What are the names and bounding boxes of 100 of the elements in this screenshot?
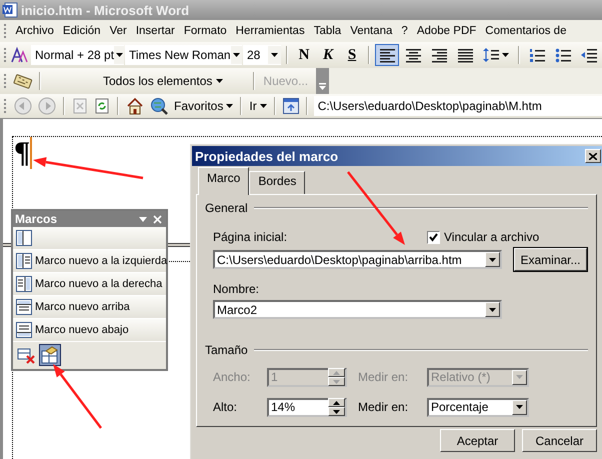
up-arrow-icon (333, 400, 340, 404)
field-label: Página inicial: (213, 230, 288, 244)
go-dropdown[interactable]: Ir (246, 95, 270, 117)
frame-toc-icon (16, 230, 32, 246)
frame-top-icon (16, 299, 32, 315)
down-arrow-icon (333, 410, 340, 414)
menu-item[interactable]: Edición (58, 25, 106, 37)
field-label: Alto: (213, 400, 238, 414)
caret-icon (502, 53, 509, 57)
caret-icon (516, 375, 523, 379)
frame-properties-button[interactable] (39, 344, 61, 366)
forward-icon (38, 97, 56, 115)
favorites-dropdown[interactable]: Favoritos (171, 95, 236, 117)
caret-icon (260, 104, 267, 108)
stop-icon (72, 98, 88, 114)
delete-frame-icon (17, 346, 35, 364)
field-label: Medir en: (358, 370, 410, 384)
spin-field[interactable]: 14% (267, 398, 347, 416)
menu-item[interactable]: Tabla (309, 25, 346, 37)
caret-icon (489, 258, 496, 262)
align-right-icon (431, 47, 447, 63)
close-icon (589, 152, 597, 160)
down-arrow-icon (333, 380, 340, 384)
menu-item[interactable]: Adobe PDF (412, 25, 481, 37)
menu-item[interactable]: ? (396, 25, 412, 37)
frame-properties-icon (41, 346, 59, 364)
home-icon (126, 97, 144, 115)
field-label: Ancho: (213, 370, 252, 384)
menu-item[interactable]: Archivo (11, 25, 58, 37)
toolbar-item[interactable] (13, 227, 166, 250)
caret-icon (271, 53, 278, 57)
justify-icon (457, 47, 473, 63)
toolbar-item[interactable]: Marco nuevo arriba (13, 296, 166, 319)
align-center-icon (405, 47, 421, 63)
toolbar-item[interactable]: Marco nuevo a la derecha (13, 273, 166, 296)
caret-icon (116, 53, 123, 57)
refresh-icon (94, 98, 110, 114)
dialog-button[interactable]: Aceptar (440, 429, 515, 452)
frame-bottom-icon (16, 322, 32, 338)
bold-button[interactable]: N (293, 44, 315, 66)
elements-dropdown[interactable]: Todos los elementos (99, 74, 228, 88)
dropdown-icon (139, 216, 147, 222)
caret-icon (232, 53, 240, 57)
menu-item[interactable]: Formato (179, 25, 232, 37)
field-label: Medir en: (358, 400, 410, 414)
align-left-button[interactable] (375, 44, 399, 66)
menu-item[interactable]: Ventana (346, 25, 397, 37)
tab[interactable]: Bordes (249, 171, 306, 194)
italic-button[interactable]: K (317, 44, 339, 66)
grip-handle-icon (3, 72, 7, 90)
menu-item[interactable]: Herramientas (231, 25, 310, 37)
checkbox[interactable] (427, 230, 440, 244)
toolbar-options-button[interactable] (316, 68, 330, 94)
bullets-icon (555, 47, 571, 63)
font-size-dropdown[interactable]: 28 (243, 45, 281, 65)
line-spacing-icon (483, 47, 499, 63)
window-title: inicio.htm - Microsoft Word (21, 2, 190, 18)
document-icon (2, 2, 18, 18)
tab[interactable]: Marco (198, 167, 250, 195)
checkbox-label: Vincular a archivo (444, 230, 540, 244)
checkmark-icon (429, 232, 438, 242)
grip-handle-icon (3, 46, 7, 64)
font-dropdown[interactable]: Times New Roman (125, 45, 242, 65)
annotation-arrow (53, 364, 102, 429)
caret-icon (489, 308, 496, 312)
toolbar-item[interactable]: Marco nuevo abajo (13, 319, 166, 342)
caret-icon (226, 104, 234, 108)
toolbar-title: Marcos (15, 212, 58, 226)
grip-handle-icon (3, 22, 7, 40)
caret-icon (216, 79, 224, 83)
chevron-icon (319, 83, 326, 90)
numbering-icon (529, 47, 545, 63)
menu-item[interactable]: Ver (105, 25, 132, 37)
dialog-button[interactable]: Cancelar (522, 429, 597, 452)
group-heading: General (205, 201, 248, 215)
style-dropdown[interactable]: Normal + 28 pt (31, 45, 124, 65)
browse-button[interactable]: Examinar... (514, 248, 587, 271)
name-combobox[interactable]: Marco2 (213, 300, 502, 319)
address-field[interactable]: C:\Users\eduardo\Desktop\paginab\M.htm (314, 96, 602, 116)
align-left-icon (379, 47, 395, 63)
group-heading: Tamaño (205, 343, 248, 357)
back-icon (14, 97, 32, 115)
field-label: Nombre: (213, 282, 260, 296)
close-icon (153, 214, 162, 224)
toolbar-item[interactable]: Marco nuevo a la izquierda (13, 250, 166, 273)
dialog-title: Propiedades del marco (195, 148, 338, 164)
style-icon (11, 46, 29, 64)
menu-item[interactable]: Comentarios de (480, 25, 571, 37)
initial-page-combobox[interactable]: C:\Users\eduardo\Desktop\paginab\arriba.htm (213, 250, 502, 269)
caret-icon (516, 405, 523, 409)
outdent-icon (581, 47, 597, 63)
menu-item[interactable]: Insertar (131, 25, 180, 37)
close-button[interactable] (585, 149, 601, 163)
search-icon (150, 97, 168, 115)
up-arrow-icon (333, 370, 340, 374)
frame-left-icon (16, 253, 32, 269)
unit-combobox[interactable]: Porcentaje (427, 398, 529, 416)
grip-handle-icon (3, 97, 7, 115)
underline-button[interactable]: S (341, 44, 363, 66)
frame-right-icon (16, 276, 32, 292)
